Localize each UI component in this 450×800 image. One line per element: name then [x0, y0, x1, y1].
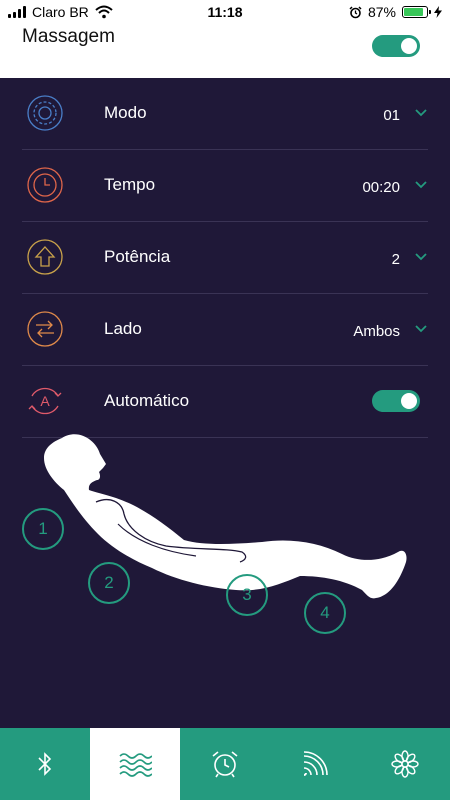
- settings-value: 00:20: [362, 179, 400, 196]
- swap-arrows-icon: [27, 311, 63, 347]
- header: Massagem: [0, 24, 450, 78]
- zone-4-button[interactable]: 4: [304, 592, 346, 634]
- settings-value: Ambos: [353, 323, 400, 340]
- mode-icon: [27, 95, 63, 131]
- settings-row-potencia[interactable]: Potência 2: [22, 222, 428, 294]
- settings-row-lado[interactable]: Lado Ambos: [22, 294, 428, 366]
- alarm-icon: [349, 5, 362, 18]
- signal-icon: [303, 751, 328, 776]
- body-zone-map: 1 2 3 4: [0, 430, 450, 650]
- zone-2-button[interactable]: 2: [88, 562, 130, 604]
- battery-percent: 87%: [367, 4, 396, 20]
- settings-row-modo[interactable]: Modo 01: [22, 78, 428, 150]
- tab-signal[interactable]: [270, 728, 360, 800]
- settings-label: Modo: [104, 103, 147, 122]
- flower-icon: [391, 750, 419, 778]
- settings-label: Tempo: [104, 175, 156, 194]
- clock-icon: [27, 167, 63, 203]
- zone-1-button[interactable]: 1: [22, 508, 64, 550]
- settings-value: 01: [383, 107, 400, 124]
- massage-toggle[interactable]: [372, 35, 420, 57]
- chevron-down-icon: [415, 325, 427, 333]
- chevron-down-icon: [415, 253, 427, 261]
- svg-text:A: A: [40, 393, 50, 409]
- waves-icon: [119, 753, 152, 777]
- zone-3-button[interactable]: 3: [226, 574, 268, 616]
- tab-alarm[interactable]: [180, 728, 270, 800]
- tab-massage[interactable]: [90, 728, 180, 800]
- auto-icon: A: [28, 387, 62, 415]
- tab-flower[interactable]: [360, 728, 450, 800]
- tab-bluetooth[interactable]: [0, 728, 90, 800]
- reclined-body-figure: [44, 434, 407, 599]
- chevron-down-icon: [415, 181, 427, 189]
- battery-icon: [402, 6, 431, 18]
- status-right: 87%: [349, 4, 442, 20]
- settings-label: Automático: [104, 391, 190, 410]
- settings-value: 2: [391, 251, 400, 268]
- page-title: Massagem: [22, 26, 115, 47]
- settings-row-tempo[interactable]: Tempo 00:20: [22, 150, 428, 222]
- bottom-tab-bar: [0, 728, 450, 800]
- arrow-up-icon: [27, 239, 63, 275]
- automatic-toggle[interactable]: [372, 390, 420, 412]
- charging-bolt-icon: [434, 6, 442, 18]
- status-bar: Claro BR 11:18 87%: [0, 0, 450, 24]
- settings-label: Potência: [104, 247, 171, 266]
- alarm-clock-icon: [212, 751, 238, 778]
- settings-row-automatico: A Automático: [22, 366, 428, 438]
- settings-label: Lado: [104, 319, 142, 338]
- chevron-down-icon: [415, 109, 427, 117]
- bluetooth-icon: [38, 752, 52, 776]
